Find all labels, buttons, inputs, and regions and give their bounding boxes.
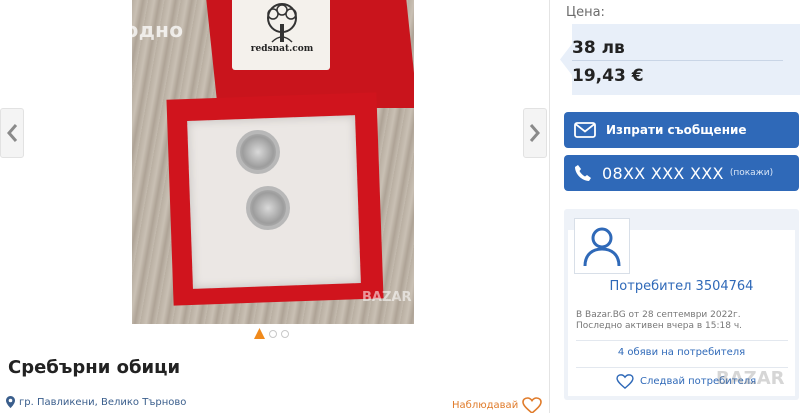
listing-page: redsnat.com BAZAR Купи изгодно Сребърни …	[0, 0, 800, 413]
earring-image	[236, 130, 280, 174]
listing-title: Сребърни обици	[8, 357, 181, 378]
price-eur: 19,43 €	[572, 66, 644, 86]
price-label: Цена:	[566, 5, 605, 20]
earring-image	[246, 186, 290, 230]
image-gallery: redsnat.com BAZAR Купи изгодно	[0, 0, 550, 345]
phone-reveal-link[interactable]: (покажи)	[730, 168, 773, 178]
gallery-dot-active[interactable]	[254, 328, 265, 339]
seller-last-active: Последно активен вчера в 15:18 ч.	[576, 321, 743, 331]
heart-icon	[522, 397, 542, 413]
user-icon	[583, 227, 621, 267]
gallery-pagination	[254, 328, 289, 339]
seller-joined: В Bazar.BG от 28 септември 2022г.	[576, 310, 741, 320]
envelope-icon	[574, 122, 596, 138]
heart-icon	[616, 374, 634, 389]
avatar[interactable]	[574, 218, 630, 274]
gallery-next-button[interactable]	[523, 108, 547, 158]
phone-icon	[574, 164, 592, 182]
photo-watermark: BAZAR	[362, 290, 412, 305]
column-divider	[549, 0, 550, 413]
send-message-label: Изпрати съобщение	[606, 123, 747, 137]
chevron-right-icon	[529, 124, 540, 142]
phone-number: 08XX XXX XXX	[602, 163, 724, 183]
price-bgn: 38 лв	[572, 38, 625, 58]
watch-label: Наблюдавай	[452, 400, 519, 411]
gallery-dot[interactable]	[281, 329, 289, 338]
gallery-dot[interactable]	[269, 329, 277, 338]
seller-meta: В Bazar.BG от 28 септември 2022г. Послед…	[576, 310, 791, 332]
listing-photo[interactable]: redsnat.com BAZAR	[132, 0, 414, 324]
gallery-watermark: Купи изгодно	[22, 18, 184, 42]
send-message-button[interactable]: Изпрати съобщение	[564, 112, 799, 148]
site-watermark: BAZAR	[716, 368, 785, 389]
seller-name-link[interactable]: Потребител 3504764	[568, 279, 795, 294]
seller-ads-link[interactable]: 4 обяви на потребителя	[568, 347, 795, 358]
tree-logo-icon	[267, 3, 297, 43]
watch-button[interactable]: Наблюдавай	[452, 397, 542, 413]
seller-divider	[576, 340, 788, 341]
price-divider	[572, 60, 783, 61]
location-text: гр. Павликени, Велико Търново	[19, 396, 187, 408]
location-pin-icon	[6, 396, 15, 408]
box-brand-text: redsnat.com	[250, 44, 314, 54]
gallery-prev-button[interactable]	[0, 108, 24, 158]
chevron-left-icon	[7, 124, 18, 142]
listing-location[interactable]: гр. Павликени, Велико Търново	[6, 396, 186, 408]
phone-button[interactable]: 08XX XXX XXX (покажи)	[564, 155, 799, 191]
